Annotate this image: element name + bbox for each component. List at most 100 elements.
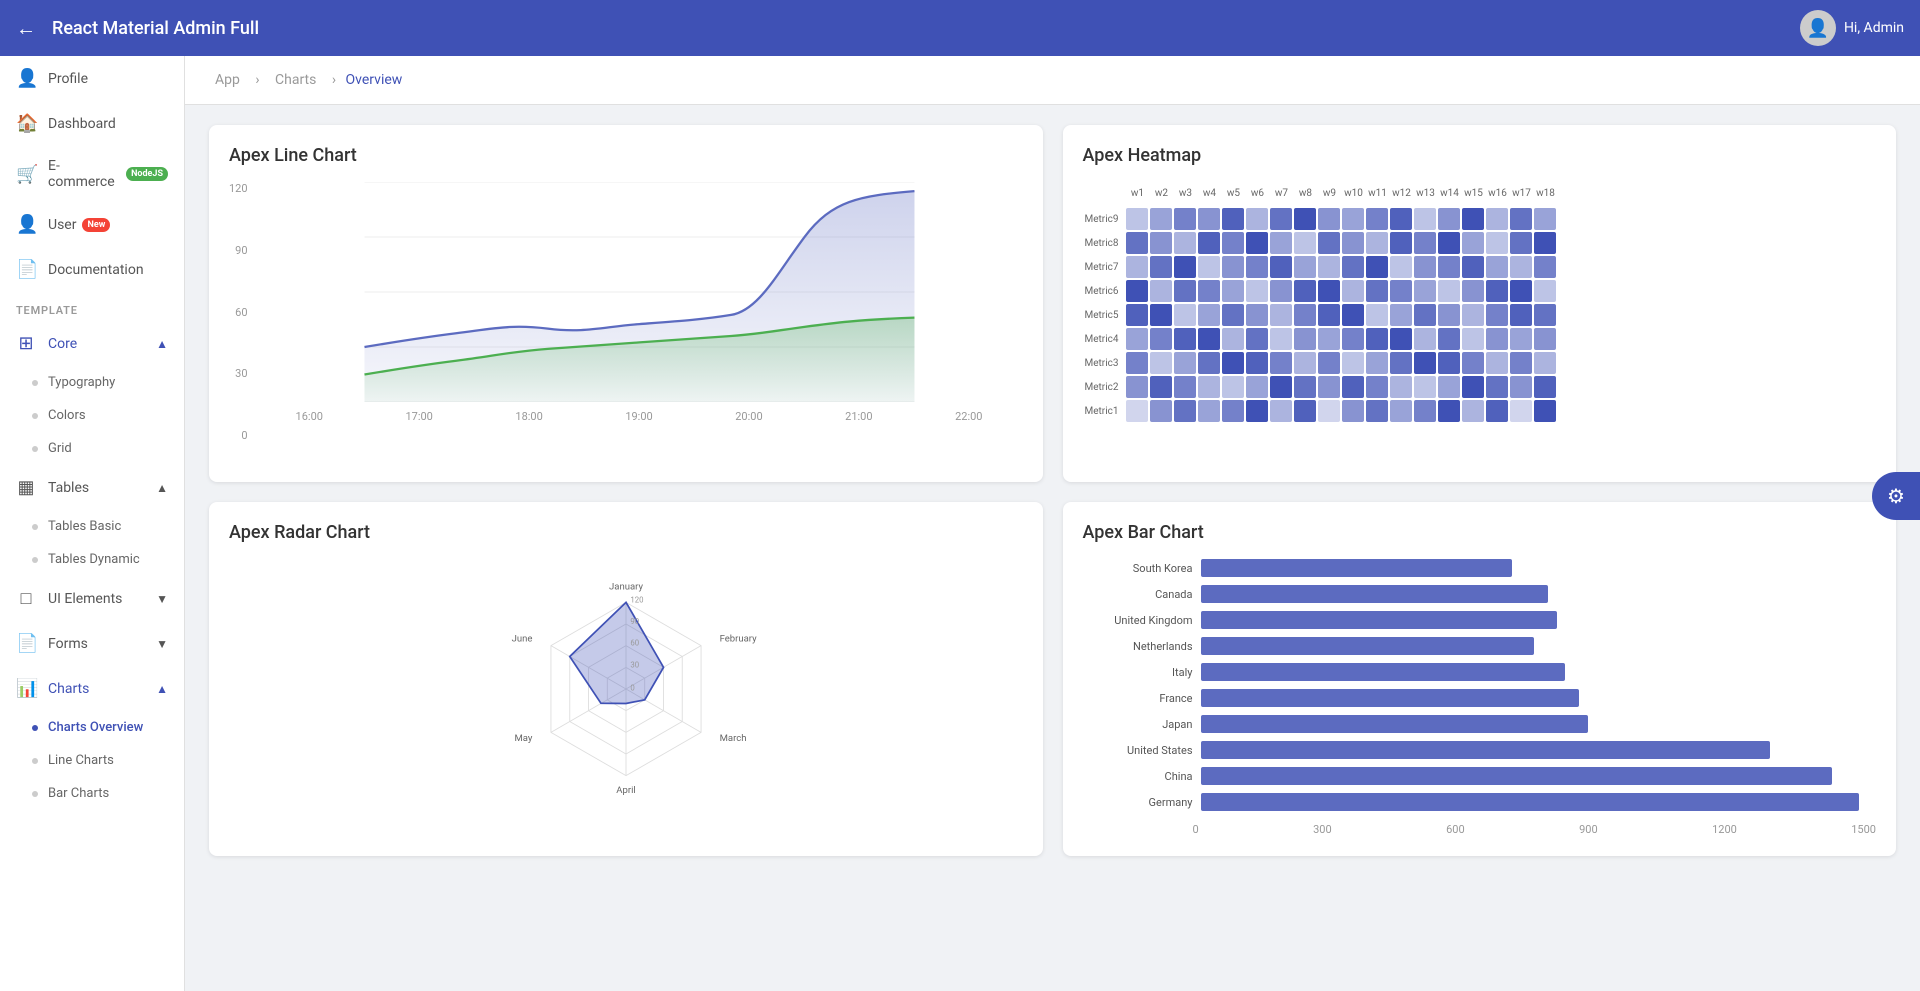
heatmap-cell [1510, 400, 1532, 422]
back-button[interactable]: ← [16, 16, 36, 41]
sidebar-sub-grid[interactable]: Grid [0, 432, 184, 465]
dot-icon [32, 758, 38, 764]
sidebar-sub-tables-basic[interactable]: Tables Basic [0, 510, 184, 543]
heatmap-cell [1294, 376, 1316, 398]
heatmap-cell [1270, 256, 1292, 278]
heatmap-cell [1414, 280, 1436, 302]
heatmap-cell [1270, 280, 1292, 302]
breadcrumb-overview[interactable]: Overview [346, 72, 403, 88]
sidebar-group-tables[interactable]: ▦ Tables ▲ [0, 465, 184, 510]
heatmap-cell [1222, 232, 1244, 254]
sidebar-sub-tables-dynamic[interactable]: Tables Dynamic [0, 543, 184, 576]
heatmap-cell [1486, 280, 1508, 302]
line-chart-svg [256, 182, 1023, 402]
bar-fill [1201, 741, 1771, 759]
heatmap-cell [1342, 280, 1364, 302]
svg-text:March: March [719, 733, 746, 744]
doc-icon: 📄 [16, 259, 36, 280]
heatmap-cell [1246, 208, 1268, 230]
x-axis-labels: 16:00 17:00 18:00 19:00 20:00 21:00 22:0… [256, 406, 1023, 423]
user-greeting: Hi, Admin [1844, 20, 1904, 36]
sidebar-item-ecommerce[interactable]: 🛒 E-commerce NodeJS [0, 146, 184, 202]
app-title: React Material Admin Full [52, 18, 1800, 39]
heatmap-cell [1414, 304, 1436, 326]
dot-icon [32, 380, 38, 386]
bar-row: South Korea [1091, 559, 1869, 577]
heatmap-cell [1534, 280, 1556, 302]
bar-chart-card: Apex Bar Chart South Korea Canada United… [1063, 502, 1897, 856]
svg-text:May: May [514, 733, 532, 744]
bar-fill [1201, 559, 1513, 577]
heatmap-cell [1246, 328, 1268, 350]
heatmap-cell [1510, 232, 1532, 254]
bar-track [1201, 585, 1869, 603]
heatmap-cell [1318, 232, 1340, 254]
bar-row: Germany [1091, 793, 1869, 811]
chevron-down-icon: ▼ [156, 637, 168, 651]
heatmap-cell [1150, 232, 1172, 254]
heatmap-cell [1534, 304, 1556, 326]
bar-row: United Kingdom [1091, 611, 1869, 629]
heatmap-cell [1438, 328, 1460, 350]
heatmap-cell [1366, 256, 1388, 278]
sidebar-sub-colors[interactable]: Colors [0, 399, 184, 432]
charts-grid: Apex Line Chart 120 90 60 30 0 [209, 125, 1896, 856]
heatmap-cell [1294, 280, 1316, 302]
sidebar-item-label: E-commerce [48, 158, 120, 190]
user-menu[interactable]: 👤 Hi, Admin [1800, 10, 1904, 46]
heatmap-cell [1534, 352, 1556, 374]
sidebar-item-profile[interactable]: 👤 Profile [0, 56, 184, 101]
heatmap-table: w1w2w3w4w5w6w7w8w9w10w11w12w13w14w15w16w… [1083, 182, 1559, 424]
heatmap-cell [1486, 232, 1508, 254]
sidebar-sub-bar-charts[interactable]: Bar Charts [0, 777, 184, 810]
sidebar-group-core[interactable]: ⊞ Core ▲ [0, 321, 184, 366]
bar-x-axis: 0 300 600 900 1200 1500 [1083, 819, 1877, 836]
sidebar-group-charts[interactable]: 📊 Charts ▲ [0, 666, 184, 711]
bar-fill [1201, 715, 1588, 733]
sidebar-sub-typography[interactable]: Typography [0, 366, 184, 399]
nodejs-badge: NodeJS [126, 167, 168, 181]
heatmap-cell [1366, 280, 1388, 302]
bar-label: Italy [1091, 666, 1201, 679]
heatmap-cell [1510, 256, 1532, 278]
heatmap-cell [1198, 256, 1220, 278]
forms-icon: 📄 [16, 633, 36, 654]
heatmap-cell [1246, 376, 1268, 398]
heatmap-cell [1246, 232, 1268, 254]
heatmap-cell [1510, 208, 1532, 230]
heatmap-cell [1414, 352, 1436, 374]
sidebar-item-documentation[interactable]: 📄 Documentation [0, 247, 184, 292]
dot-icon [32, 524, 38, 530]
sidebar-group-ui-elements[interactable]: □ UI Elements ▼ [0, 576, 184, 621]
sidebar-item-label: Dashboard [48, 116, 116, 132]
bar-label: United States [1091, 744, 1201, 757]
bar-label: China [1091, 770, 1201, 783]
heatmap-container: w1w2w3w4w5w6w7w8w9w10w11w12w13w14w15w16w… [1083, 182, 1877, 424]
table-icon: ▦ [16, 477, 36, 498]
sidebar-group-forms[interactable]: 📄 Forms ▼ [0, 621, 184, 666]
bar-label: France [1091, 692, 1201, 705]
heatmap-cell [1174, 376, 1196, 398]
heatmap-cell [1438, 232, 1460, 254]
dot-icon [32, 557, 38, 563]
sidebar-sub-charts-overview[interactable]: Charts Overview [0, 711, 184, 744]
breadcrumb-sep1: › [255, 72, 263, 88]
heatmap-cell [1462, 376, 1484, 398]
heatmap-cell [1150, 376, 1172, 398]
content-area: Apex Line Chart 120 90 60 30 0 [185, 105, 1920, 876]
heatmap-cell [1414, 256, 1436, 278]
heatmap-cell [1294, 352, 1316, 374]
topbar: ← React Material Admin Full 👤 Hi, Admin [0, 0, 1920, 56]
ui-icon: □ [16, 588, 36, 609]
heatmap-cell [1462, 256, 1484, 278]
sidebar-item-user[interactable]: 👤 User New [0, 202, 184, 247]
settings-fab[interactable]: ⚙ [1872, 472, 1920, 520]
bar-track [1201, 793, 1869, 811]
heatmap-cell [1486, 376, 1508, 398]
sidebar-sub-line-charts[interactable]: Line Charts [0, 744, 184, 777]
heatmap-cell [1198, 376, 1220, 398]
heatmap-cell [1126, 208, 1148, 230]
heatmap-cell [1462, 400, 1484, 422]
sidebar-item-dashboard[interactable]: 🏠 Dashboard [0, 101, 184, 146]
heatmap-cell [1174, 304, 1196, 326]
